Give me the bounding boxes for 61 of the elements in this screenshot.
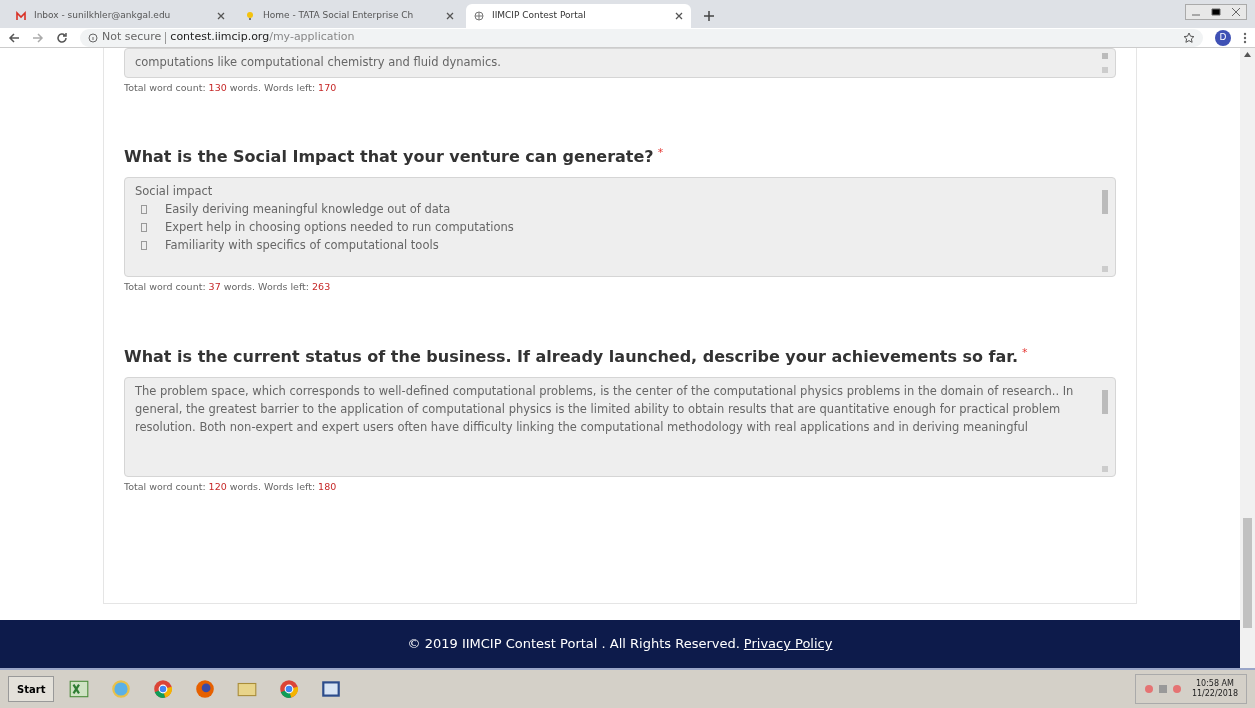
close-icon[interactable] [217, 12, 225, 20]
bullet-text: Easily deriving meaningful knowledge out of data [165, 201, 451, 219]
box-scroll-thumb[interactable] [1102, 389, 1108, 414]
bullet-icon [141, 240, 147, 250]
scroll-thumb[interactable] [1243, 518, 1252, 628]
close-icon[interactable] [446, 12, 454, 20]
answer-box[interactable]: computations like computational chemistry and fluid dynamics. [124, 48, 1116, 78]
resize-handle[interactable] [1102, 266, 1108, 273]
clock-date: 11/22/2018 [1191, 689, 1238, 699]
privacy-policy-link[interactable]: Privacy Policy [743, 634, 833, 654]
window-controls[interactable] [1185, 4, 1247, 20]
required-marker: * [1022, 344, 1028, 361]
tab-title: IIMCIP Contest Portal [492, 9, 587, 23]
chrome-icon[interactable] [278, 678, 301, 700]
bulb-icon [245, 11, 255, 21]
close-icon[interactable] [675, 12, 683, 20]
info-icon [88, 32, 98, 43]
back-icon[interactable] [8, 31, 20, 44]
bullet-icon [141, 204, 147, 214]
profile-avatar[interactable]: D [1215, 29, 1231, 46]
address-bar[interactable]: Not secure contest.iimcip.org/my-application [80, 28, 1203, 47]
tab-title: Inbox - sunilkhler@ankgal.edu [34, 9, 172, 23]
tab-title: Home - TATA Social Enterprise Ch [263, 9, 415, 23]
bullet-icon [141, 222, 147, 232]
required-marker: * [657, 145, 664, 162]
bullet-text: Expert help in choosing options needed to run computations [165, 219, 514, 237]
word-count-text: Total word count: 130 words. Words left: 170 [124, 81, 338, 95]
resize-handle[interactable] [1102, 67, 1108, 73]
menu-icon[interactable] [1243, 31, 1247, 44]
bullet-text: Familiarity with specifics of computational tools [165, 237, 439, 255]
star-icon[interactable] [1183, 31, 1195, 44]
mail-icon [16, 11, 26, 21]
security-label: Not secure [102, 29, 162, 46]
copyright-text: © 2019 IIMCIP Contest Portal . All Rights Reserved. [407, 635, 740, 654]
resize-handle[interactable] [1102, 465, 1108, 472]
word-count-text: Total word count: 120 words. Words left: 180 [124, 479, 338, 494]
scrollbar[interactable] [1240, 48, 1255, 668]
url-text: contest.iimcip.org/my-application [170, 29, 355, 46]
question-label: What is the Social Impact that your venture can generate? [124, 146, 654, 169]
forward-icon[interactable] [32, 31, 44, 44]
answer-box[interactable] [124, 376, 1116, 477]
start-button[interactable]: Start [8, 676, 55, 702]
reload-icon[interactable] [56, 31, 68, 44]
word-count-text: Total word count: 37 words. Words left: 263 [124, 280, 332, 295]
scroll-up-icon[interactable] [1244, 52, 1251, 57]
answer-box[interactable]: Social impact Easily deriving meaningful knowledge out of data Expert help in choosing options needed to run computations Familiarity with specifics of computational tools [124, 177, 1116, 278]
answer-text: Social impact [135, 183, 214, 201]
box-scroll-thumb[interactable] [1102, 53, 1108, 59]
window-icon[interactable] [320, 678, 343, 700]
spreadsheet-icon[interactable] [68, 678, 91, 700]
globe-icon [474, 11, 484, 21]
chrome-icon[interactable] [152, 678, 175, 700]
tray-icons-drawing[interactable] [1143, 683, 1184, 695]
question-label: What is the current status of the business. If already launched, describe your achievements so far. [124, 345, 1019, 368]
clock-time: 10:58 AM [1195, 679, 1234, 689]
answer-text: The problem space, which corresponds to well-defined computational problems, is the center of the computational physics problems in the domain of research.. In general, the greatest barrier to the application of computational physics is the limited ability to obtain results that are quantitative enough for practical problem resolution. Both non-expert and expert users often have difficulty linking the computational methodology with real applications and in deriving meaningful [135, 382, 1075, 436]
answer-text: computations like computational chemistry and fluid dynamics. [135, 54, 502, 71]
browser-tab[interactable]: IIMCIP Contest Portal [466, 4, 691, 28]
new-tab-icon[interactable] [703, 10, 715, 22]
firefox-icon[interactable] [194, 678, 217, 700]
box-scroll-thumb[interactable] [1102, 190, 1108, 215]
